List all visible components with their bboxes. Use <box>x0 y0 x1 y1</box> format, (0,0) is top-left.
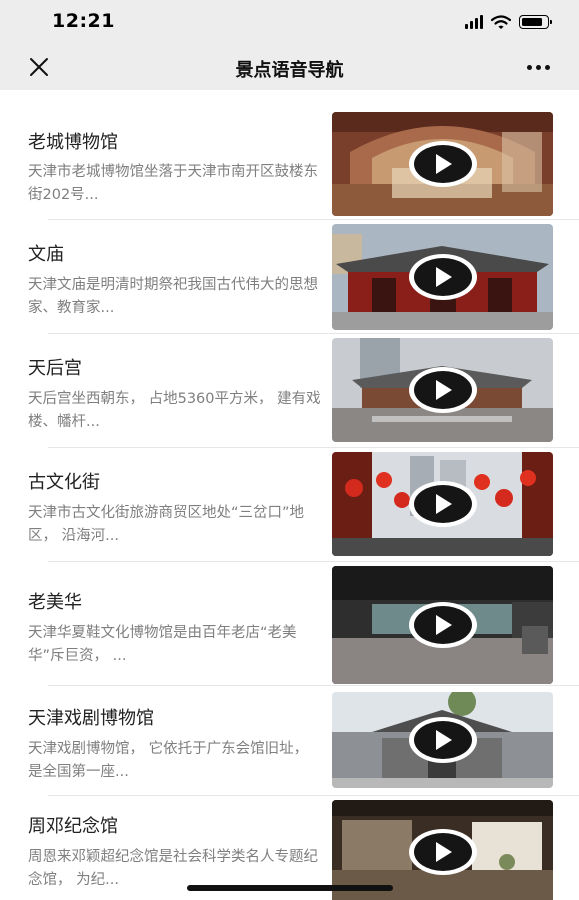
item-description: 天后宫坐西朝东， 占地5360平方米， 建有戏楼、幡杆... <box>28 391 321 430</box>
play-button[interactable] <box>408 481 477 527</box>
play-icon <box>435 154 452 174</box>
more-icon <box>526 64 532 70</box>
home-indicator[interactable] <box>187 885 393 891</box>
play-icon <box>435 494 452 514</box>
item-thumbnail[interactable] <box>332 112 553 216</box>
item-thumbnail[interactable] <box>332 338 553 442</box>
play-button[interactable] <box>408 602 477 648</box>
more-button[interactable] <box>521 53 555 81</box>
nav-bar: 景点语音导航 <box>0 44 579 90</box>
item-title: 文庙 <box>28 244 64 265</box>
attraction-list: 老城博物馆 天津市老城博物馆坐落于天津市南开区鼓楼东街202号... 文庙 天津… <box>0 90 579 900</box>
list-item[interactable]: 文庙 天津文庙是明清时期祭祀我国古代伟大的思想家、教育家... <box>0 220 579 334</box>
battery-icon <box>519 15 552 29</box>
item-description: 天津华夏鞋文化博物馆是由百年老店“老美华”斥巨资， ... <box>28 625 297 664</box>
item-description: 天津市老城博物馆坐落于天津市南开区鼓楼东街202号... <box>28 164 318 203</box>
item-title: 周邓纪念馆 <box>28 816 118 837</box>
item-title: 天津戏剧博物馆 <box>28 708 154 729</box>
page-title: 景点语音导航 <box>235 60 344 81</box>
list-item[interactable]: 古文化街 天津市古文化街旅游商贸区地处“三岔口”地区， 沿海河... <box>0 448 579 562</box>
item-description: 天津文庙是明清时期祭祀我国古代伟大的思想家、教育家... <box>28 277 318 316</box>
item-thumbnail[interactable] <box>332 452 553 556</box>
item-title: 古文化街 <box>28 472 100 493</box>
status-bar: 12:21 <box>0 0 579 44</box>
play-icon <box>435 730 452 750</box>
item-title: 天后宫 <box>28 358 82 379</box>
play-button[interactable] <box>408 254 477 300</box>
list-item[interactable]: 天津戏剧博物馆 天津戏剧博物馆， 它依托于广东会馆旧址， 是全国第一座... <box>0 686 579 796</box>
item-thumbnail[interactable] <box>332 224 553 330</box>
list-item[interactable]: 老城博物馆 天津市老城博物馆坐落于天津市南开区鼓楼东街202号... <box>0 90 579 220</box>
item-thumbnail[interactable] <box>332 566 553 684</box>
item-description: 天津市古文化街旅游商贸区地处“三岔口”地区， 沿海河... <box>28 505 305 544</box>
wifi-icon <box>491 14 511 29</box>
item-title: 老美华 <box>28 592 82 613</box>
play-icon <box>435 267 452 287</box>
play-icon <box>435 615 452 635</box>
list-item[interactable]: 天后宫 天后宫坐西朝东， 占地5360平方米， 建有戏楼、幡杆... <box>0 334 579 448</box>
play-button[interactable] <box>408 141 477 187</box>
signal-icon <box>465 15 483 29</box>
item-description: 天津戏剧博物馆， 它依托于广东会馆旧址， 是全国第一座... <box>28 741 309 780</box>
play-icon <box>435 842 452 862</box>
list-item[interactable]: 老美华 天津华夏鞋文化博物馆是由百年老店“老美华”斥巨资， ... <box>0 562 579 686</box>
play-button[interactable] <box>408 367 477 413</box>
status-icons <box>465 14 552 30</box>
play-icon <box>435 380 452 400</box>
play-button[interactable] <box>408 829 477 875</box>
status-time: 12:21 <box>52 10 115 32</box>
item-thumbnail[interactable] <box>332 692 553 788</box>
play-button[interactable] <box>408 717 477 763</box>
item-title: 老城博物馆 <box>28 132 118 153</box>
